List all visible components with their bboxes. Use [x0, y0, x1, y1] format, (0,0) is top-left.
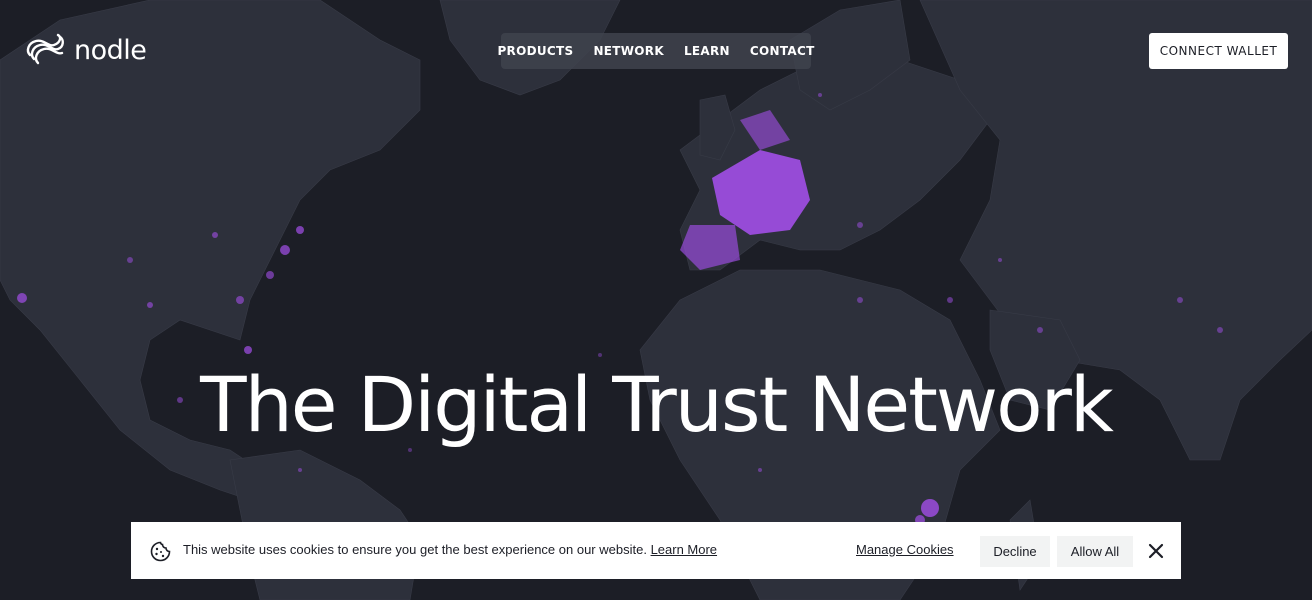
hero-title: The Digital Trust Network: [200, 360, 1114, 449]
cookie-message-container: This website uses cookies to ensure you …: [183, 542, 717, 557]
connect-wallet-button[interactable]: CONNECT WALLET: [1149, 33, 1288, 69]
manage-cookies-link[interactable]: Manage Cookies: [856, 542, 954, 557]
nav-item-learn[interactable]: LEARN: [684, 44, 730, 58]
nodle-logo-icon: [24, 31, 66, 70]
logo[interactable]: nodle: [24, 31, 147, 70]
nav-item-products[interactable]: PRODUCTS: [497, 44, 573, 58]
decline-button[interactable]: Decline: [980, 536, 1050, 567]
cookie-banner: This website uses cookies to ensure you …: [131, 522, 1181, 579]
nav-item-contact[interactable]: CONTACT: [750, 44, 815, 58]
nav-item-network[interactable]: NETWORK: [593, 44, 664, 58]
cookie-message: This website uses cookies to ensure you …: [183, 542, 647, 557]
close-icon[interactable]: [1145, 540, 1167, 562]
learn-more-link[interactable]: Learn More: [651, 542, 717, 557]
cookie-icon: [150, 541, 171, 562]
site-header: nodle PRODUCTS NETWORK LEARN CONTACT CON…: [0, 0, 1312, 100]
brand-name: nodle: [74, 35, 147, 66]
main-nav: PRODUCTS NETWORK LEARN CONTACT: [497, 33, 814, 69]
allow-all-button[interactable]: Allow All: [1057, 536, 1133, 567]
